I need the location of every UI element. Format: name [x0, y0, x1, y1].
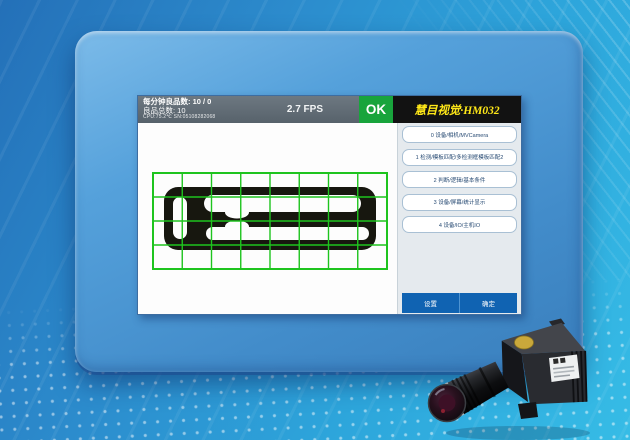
module-button-host-io[interactable]: 4 设备/IO/主机IO: [402, 216, 517, 233]
confirm-button[interactable]: 确定: [459, 293, 517, 313]
background: 每分钟良品数: 10 / 0 良品总数: 10 CPU:75.2℃ SN:051…: [0, 0, 630, 440]
camera-shadow: [446, 426, 590, 440]
status-badge: OK: [359, 96, 393, 123]
screen-main-area: 0 设备/相机/MVCamera 1 检测/模板匹配/多检测框模板匹配2 2 判…: [138, 123, 521, 314]
module-button-logic-condition[interactable]: 2 判断/逻辑/基本条件: [402, 171, 517, 188]
industrial-camera: [418, 316, 623, 440]
camera-body: [502, 319, 587, 420]
cpu-serial-label: CPU:75.2℃ SN:05108282068: [143, 115, 287, 121]
module-button-template-match[interactable]: 1 检测/模板匹配/多检测框模板匹配2: [402, 149, 517, 166]
inspection-view-canvas: [138, 123, 397, 314]
fps-label: 2.7 FPS: [287, 104, 323, 115]
module-button-statistics-display[interactable]: 3 设备/屏幕/统计显示: [402, 194, 517, 211]
settings-button[interactable]: 设置: [402, 293, 459, 313]
part-notch-top: [225, 207, 249, 219]
panel-bottom-actions: 设置 确定: [402, 293, 517, 313]
tool-panel: 0 设备/相机/MVCamera 1 检测/模板匹配/多检测框模板匹配2 2 判…: [397, 123, 521, 314]
camera-label: [549, 355, 580, 383]
production-stats: 每分钟良品数: 10 / 0 良品总数: 10 CPU:75.2℃ SN:051…: [138, 96, 287, 123]
brand-title: 慧目视觉·HM032: [393, 96, 521, 123]
module-button-camera[interactable]: 0 设备/相机/MVCamera: [402, 126, 517, 143]
camera-lens: [429, 358, 511, 421]
vision-sensor-screen: 每分钟良品数: 10 / 0 良品总数: 10 CPU:75.2℃ SN:051…: [137, 95, 522, 315]
part-notch-bottom: [225, 221, 249, 233]
status-bar: 每分钟良品数: 10 / 0 良品总数: 10 CPU:75.2℃ SN:051…: [138, 96, 521, 123]
gold-cap: [515, 336, 534, 349]
camera-image-view: [138, 123, 397, 314]
